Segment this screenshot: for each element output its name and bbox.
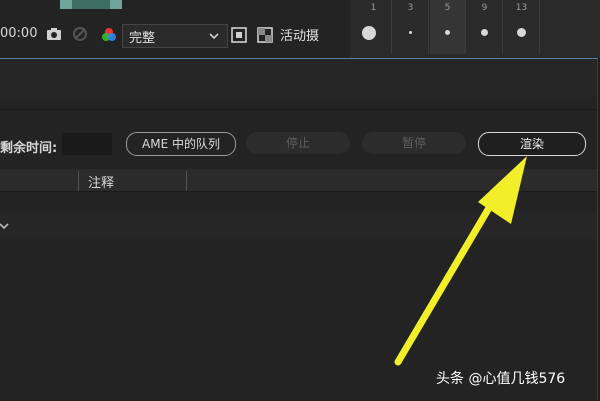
brush-size-label: 13 (515, 3, 528, 13)
brush-size-label: 1 (370, 3, 377, 13)
column-divider[interactable] (186, 171, 187, 191)
column-divider[interactable] (78, 171, 79, 191)
stop-button[interactable]: 停止 (246, 132, 350, 154)
brush-cell[interactable]: 13 (504, 0, 540, 54)
brush-cell[interactable]: 9 (467, 0, 503, 54)
remaining-time-label: 剩余时间: (0, 141, 58, 156)
brush-dot (517, 28, 526, 37)
transparency-grid-icon[interactable] (256, 26, 274, 44)
resolution-select[interactable]: 完整 (122, 24, 228, 48)
remaining-time-value (62, 133, 112, 155)
brush-dot (445, 30, 450, 35)
panel-header (0, 59, 597, 97)
chevron-down-icon (209, 33, 219, 40)
brush-cell[interactable]: 3 (393, 0, 429, 54)
brush-cell[interactable]: 5 (430, 0, 466, 54)
queue-in-ame-button[interactable]: AME 中的队列 (126, 132, 236, 156)
brush-size-label: 5 (444, 3, 451, 13)
brush-cell[interactable]: 1 (356, 0, 392, 54)
brush-dot (409, 31, 412, 34)
color-channel-icon[interactable] (100, 26, 118, 44)
camera-icon[interactable] (46, 27, 62, 41)
render-queue-panel: 剩余时间: AME 中的队列 停止 暂停 渲染 注释 (0, 58, 598, 401)
brush-size-label: 3 (407, 3, 414, 13)
render-button[interactable]: 渲染 (478, 132, 586, 156)
region-of-interest-icon[interactable] (230, 26, 248, 44)
brush-strip: 1 3 5 9 13 (356, 0, 540, 54)
column-comment[interactable]: 注释 (88, 172, 114, 191)
resolution-value: 完整 (129, 31, 156, 46)
watermark: 头条 @心值几钱576 (436, 371, 566, 387)
preview-thumbnail-inner (72, 0, 110, 9)
chevron-down-icon[interactable] (0, 219, 14, 233)
brush-dot (362, 26, 376, 40)
divider (0, 109, 597, 110)
pause-button[interactable]: 暂停 (362, 132, 466, 154)
table-row[interactable] (0, 213, 597, 239)
active-camera-select[interactable]: 活动摄 (280, 25, 319, 44)
timecode[interactable]: 00:00 (0, 26, 37, 41)
brush-size-label: 9 (481, 3, 488, 13)
show-snapshot-icon[interactable] (72, 26, 88, 42)
brush-dot (481, 29, 488, 36)
